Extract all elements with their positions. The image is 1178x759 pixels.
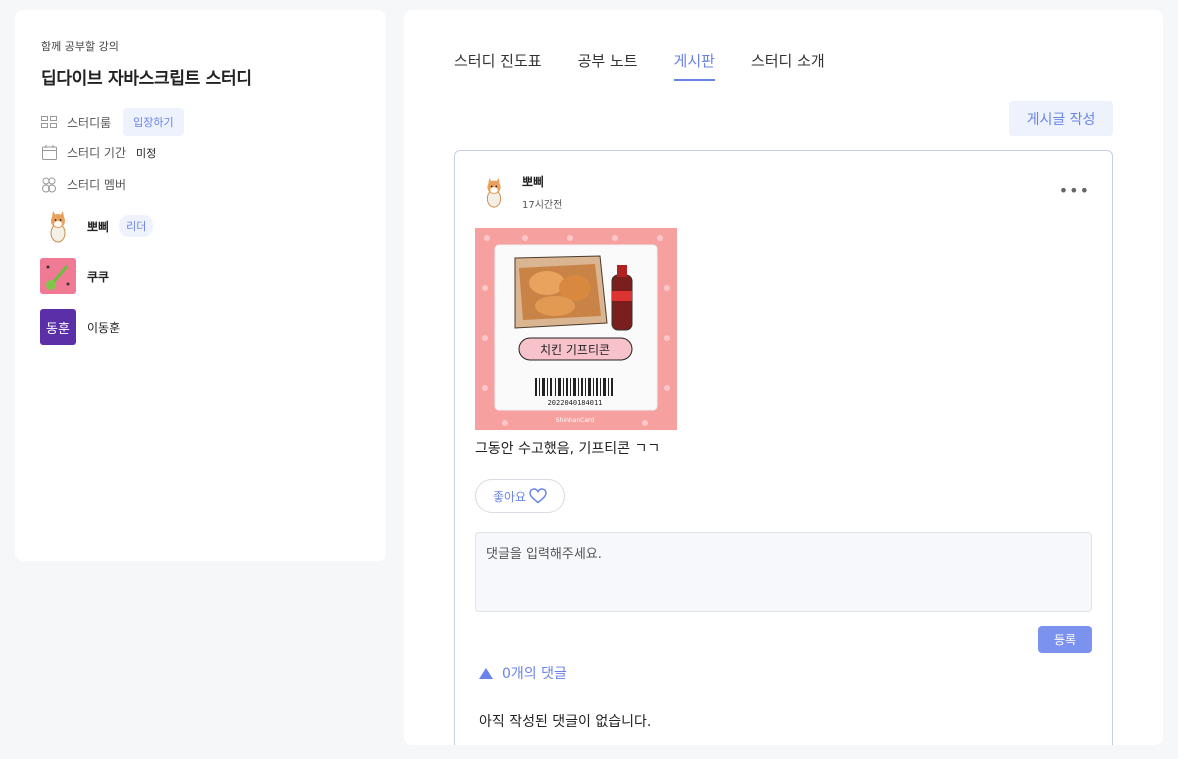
like-button[interactable]: 좋아요 bbox=[475, 479, 565, 513]
study-title: 딥다이브 자바스크립트 스터디 bbox=[41, 69, 252, 89]
heart-icon bbox=[529, 488, 547, 504]
comments-toggle[interactable]: 0개의 댓글 bbox=[479, 663, 567, 683]
study-room-row: 스터디룸 입장하기 bbox=[41, 108, 184, 136]
member-item[interactable]: 쿠쿠 bbox=[40, 258, 109, 294]
write-post-button[interactable]: 게시글 작성 bbox=[1009, 101, 1113, 136]
tab-board[interactable]: 게시판 bbox=[673, 50, 715, 81]
post-time: 17시간전 bbox=[522, 200, 563, 211]
author-name: 뽀삐 bbox=[522, 175, 545, 189]
member-item[interactable]: 동훈 이동훈 bbox=[40, 309, 120, 345]
no-comments-message: 아직 작성된 댓글이 없습니다. bbox=[479, 714, 652, 730]
gifticon-label: 치킨 기프티콘 bbox=[540, 343, 610, 357]
member-name: 이동훈 bbox=[87, 320, 121, 335]
post-author: 뽀삐 17시간전 bbox=[477, 173, 562, 211]
study-members-row: 스터디 멤버 bbox=[41, 176, 126, 193]
barcode-number: 2022040184011 bbox=[548, 399, 603, 407]
study-members-label: 스터디 멤버 bbox=[67, 178, 127, 192]
comment-input[interactable] bbox=[475, 532, 1092, 612]
post-card: 뽀삐 17시간전 ••• 치킨 기프티콘 2022040184011 Shinh… bbox=[454, 150, 1113, 745]
calendar-icon bbox=[41, 145, 57, 161]
post-caption: 그동안 수고했음, 기프티콘 ㄱㄱ bbox=[475, 441, 661, 457]
initials-avatar: 동훈 bbox=[40, 309, 76, 345]
main-content: 스터디 진도표 공부 노트 게시판 스터디 소개 게시글 작성 뽀삐 17시간전… bbox=[404, 10, 1163, 745]
study-period-row: 스터디 기간 미정 bbox=[41, 144, 156, 161]
submit-comment-button[interactable]: 등록 bbox=[1038, 626, 1092, 653]
dog-avatar bbox=[477, 175, 511, 209]
grid-icon bbox=[41, 114, 57, 130]
study-tabs: 스터디 진도표 공부 노트 게시판 스터디 소개 bbox=[454, 50, 861, 81]
study-subtitle: 함께 공부할 강의 bbox=[41, 40, 119, 53]
member-name: 뽀삐 bbox=[87, 219, 110, 234]
member-item[interactable]: 뽀삐 리더 bbox=[40, 208, 154, 244]
study-period-label: 스터디 기간 bbox=[67, 146, 127, 160]
comment-count: 0개의 댓글 bbox=[502, 666, 567, 682]
members-icon bbox=[41, 177, 57, 193]
guitar-avatar bbox=[40, 258, 76, 294]
tab-notes[interactable]: 공부 노트 bbox=[578, 50, 638, 81]
study-period-value: 미정 bbox=[136, 146, 157, 160]
gifticon-image: 치킨 기프티콘 2022040184011 ShinhanCard bbox=[475, 228, 677, 430]
like-label: 좋아요 bbox=[492, 489, 527, 504]
tab-progress[interactable]: 스터디 진도표 bbox=[454, 50, 542, 81]
tab-intro[interactable]: 스터디 소개 bbox=[751, 50, 825, 81]
enter-room-button[interactable]: 입장하기 bbox=[123, 108, 184, 136]
triangle-up-icon bbox=[479, 667, 493, 679]
more-options-icon[interactable]: ••• bbox=[1059, 181, 1090, 200]
leader-badge: 리더 bbox=[119, 215, 154, 237]
image-brand: ShinhanCard bbox=[556, 417, 595, 424]
study-room-label: 스터디룸 bbox=[67, 115, 112, 130]
study-info-panel: 함께 공부할 강의 딥다이브 자바스크립트 스터디 스터디룸 입장하기 스터디 … bbox=[15, 10, 386, 561]
member-name: 쿠쿠 bbox=[87, 269, 110, 284]
dog-avatar bbox=[40, 208, 76, 244]
